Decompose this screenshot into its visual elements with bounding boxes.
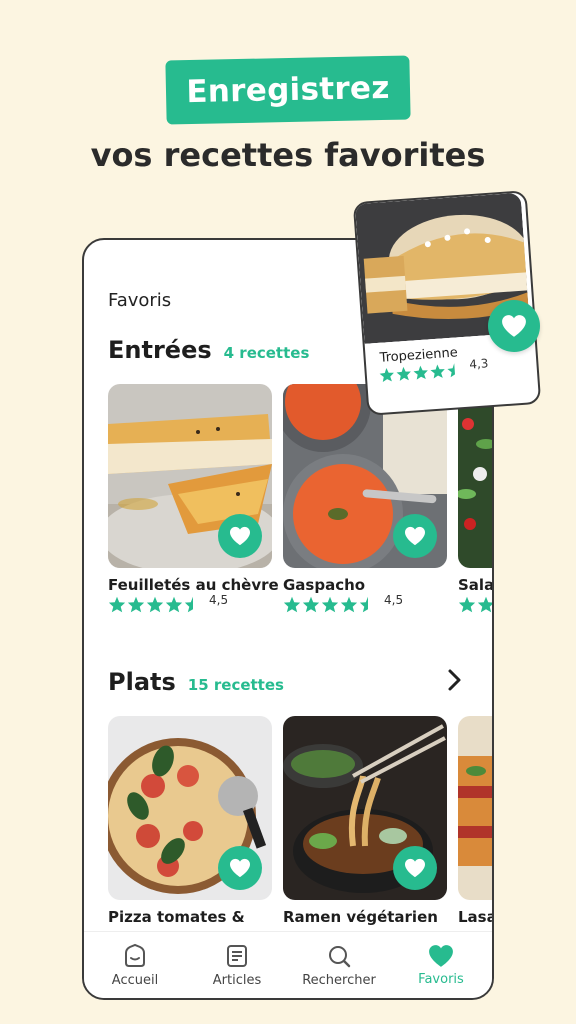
tab-label: Accueil <box>111 972 159 988</box>
tab-label: Articles <box>212 972 262 988</box>
bottom-nav: Accueil Articles Rechercher Favoris <box>84 931 492 998</box>
recipe-title: Gaspacho <box>283 576 366 594</box>
star-icon <box>458 596 476 613</box>
star-icon <box>413 365 428 380</box>
star-icon <box>165 596 183 613</box>
heart-icon <box>405 526 425 546</box>
star-icon <box>146 596 164 613</box>
recipe-title: Pizza tomates & <box>108 908 245 926</box>
star-half-icon <box>359 596 368 613</box>
home-icon <box>125 943 145 967</box>
heart-icon <box>230 858 250 878</box>
star-half-icon <box>184 596 193 613</box>
star-icon <box>396 366 411 381</box>
search-icon <box>329 945 351 967</box>
star-icon <box>108 596 126 613</box>
recipe-card[interactable]: Ramen végétarien <box>283 716 447 926</box>
recipe-image <box>458 716 492 900</box>
recipe-card[interactable]: Feuilletés au chèvre 4,5 <box>108 384 279 613</box>
favorite-button[interactable] <box>393 846 437 890</box>
recipe-title: Lasa <box>458 908 494 926</box>
rating-value: 4,3 <box>468 355 489 372</box>
favorite-button[interactable] <box>218 846 262 890</box>
star-icon <box>430 364 445 379</box>
star-icon <box>321 596 339 613</box>
section-header-entrees: Entrées 4 recettes <box>108 336 309 364</box>
recipe-card[interactable]: Pizza tomates & <box>108 716 272 926</box>
recipe-title: Sala <box>458 576 494 594</box>
heart-icon <box>230 526 250 546</box>
section-count: 4 recettes <box>223 344 310 362</box>
star-icon <box>283 596 301 613</box>
recipe-card[interactable]: Sala <box>458 384 494 613</box>
rating <box>458 596 492 613</box>
favorite-button[interactable] <box>488 300 540 352</box>
headline-badge: Enregistrez <box>165 55 411 125</box>
recipe-image <box>108 384 272 568</box>
headline-text: Enregistrez <box>185 69 391 111</box>
rating: 4,5 <box>283 592 447 613</box>
see-all-button[interactable] <box>442 668 466 692</box>
recipe-title: Feuilletés au chèvre <box>108 576 279 594</box>
star-icon <box>302 596 320 613</box>
section-title: Entrées <box>108 336 212 364</box>
tab-rechercher[interactable]: Rechercher <box>288 932 390 998</box>
rating: 4,5 <box>108 592 272 613</box>
section-count: 15 recettes <box>187 676 284 694</box>
star-icon <box>477 596 492 613</box>
headline-subtitle: vos recettes favorites <box>90 136 486 174</box>
star-half-icon <box>447 363 455 378</box>
recipe-title: Ramen végétarien <box>283 908 438 926</box>
heart-icon <box>502 315 526 337</box>
section-title: Plats <box>108 668 176 696</box>
recipe-image <box>108 716 272 900</box>
section-header-plats: Plats 15 recettes <box>108 668 284 696</box>
tab-articles[interactable]: Articles <box>186 932 288 998</box>
favorite-button[interactable] <box>393 514 437 558</box>
tab-label: Favoris <box>418 971 464 987</box>
heart-icon <box>405 858 425 878</box>
recipe-card[interactable]: Gaspacho 4,5 <box>283 384 447 613</box>
articles-icon <box>227 944 247 967</box>
recipe-image <box>458 384 492 568</box>
tab-favoris[interactable]: Favoris <box>390 932 492 998</box>
recipe-card[interactable]: Lasa <box>458 716 494 926</box>
star-icon <box>340 596 358 613</box>
tab-label: Rechercher <box>302 972 376 988</box>
heart-icon <box>429 944 453 967</box>
recipe-image <box>283 716 447 900</box>
rating-value: 4,5 <box>209 592 229 607</box>
chevron-right-icon <box>448 669 461 691</box>
tab-accueil[interactable]: Accueil <box>84 932 186 998</box>
star-icon <box>379 368 394 383</box>
rating-value: 4,5 <box>384 592 404 607</box>
favorite-button[interactable] <box>218 514 262 558</box>
star-icon <box>127 596 145 613</box>
page-title: Favoris <box>108 290 172 311</box>
